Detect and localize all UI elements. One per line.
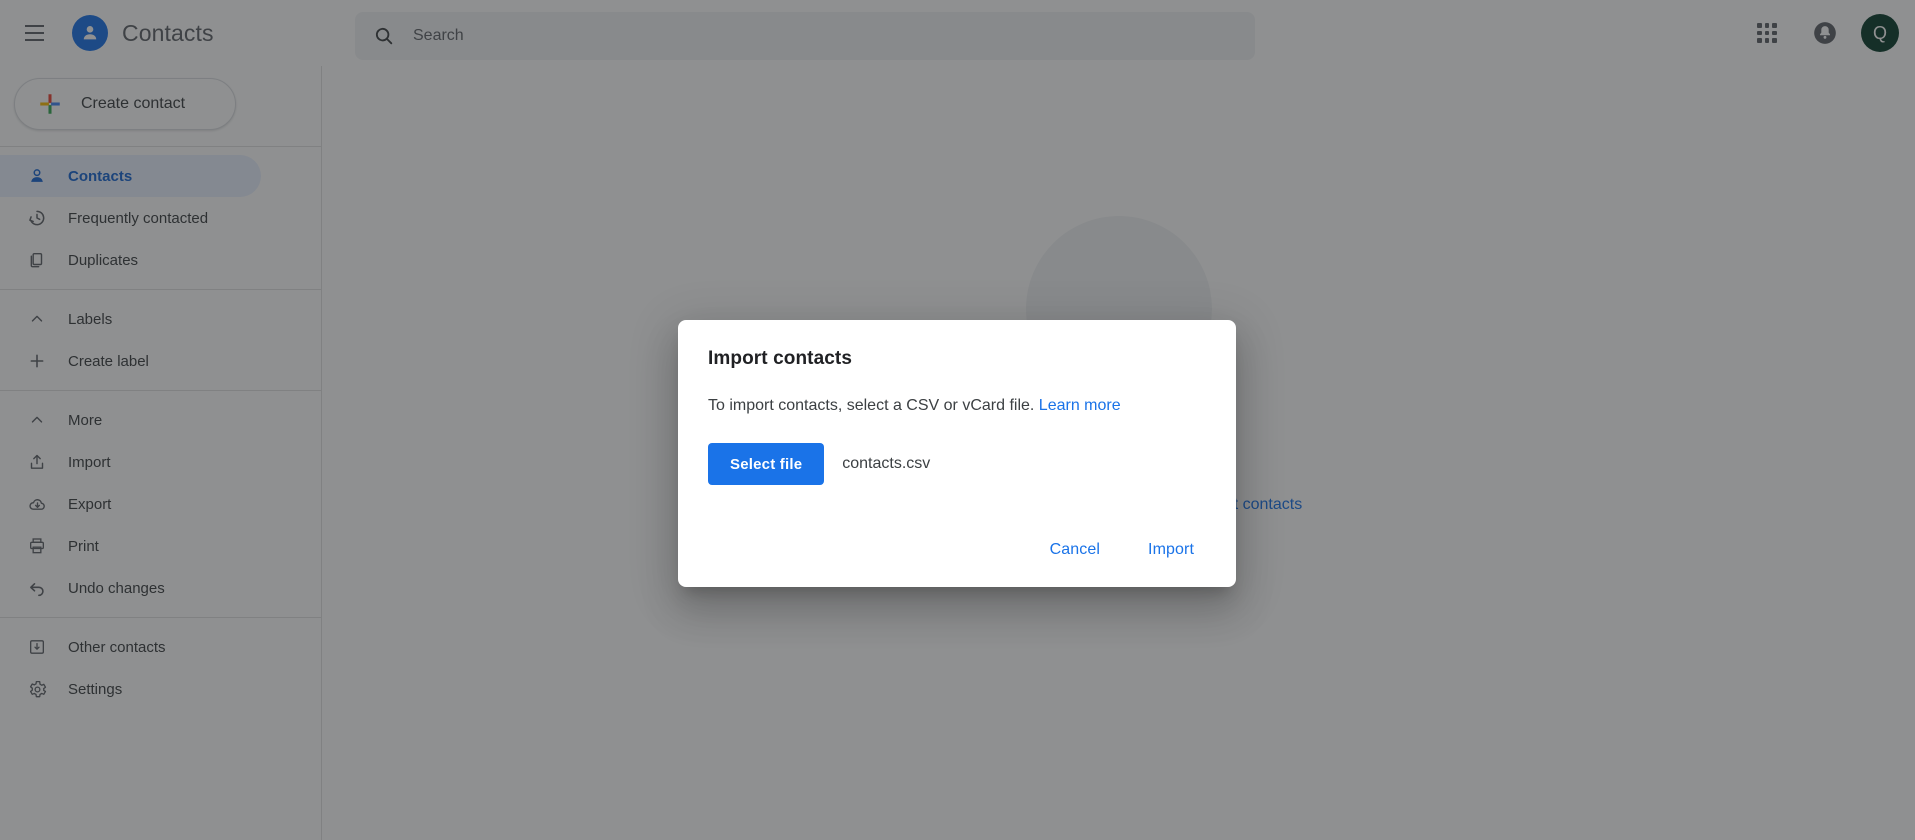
dialog-description: To import contacts, select a CSV or vCar… [708, 394, 1206, 417]
selected-file-name: contacts.csv [842, 455, 931, 473]
dialog-description-text: To import contacts, select a CSV or vCar… [708, 397, 1035, 414]
learn-more-link[interactable]: Learn more [1039, 397, 1121, 414]
select-file-button[interactable]: Select file [708, 443, 825, 486]
dialog-title: Import contacts [708, 348, 853, 369]
file-selection-row: Select file contacts.csv [708, 443, 1206, 486]
import-contacts-dialog: Import contacts To import contacts, sele… [678, 320, 1236, 587]
app-root: Contacts Q [0, 0, 1915, 840]
cancel-button[interactable]: Cancel [1034, 531, 1116, 569]
dialog-actions: Cancel Import [1034, 531, 1210, 569]
import-button[interactable]: Import [1132, 531, 1210, 569]
